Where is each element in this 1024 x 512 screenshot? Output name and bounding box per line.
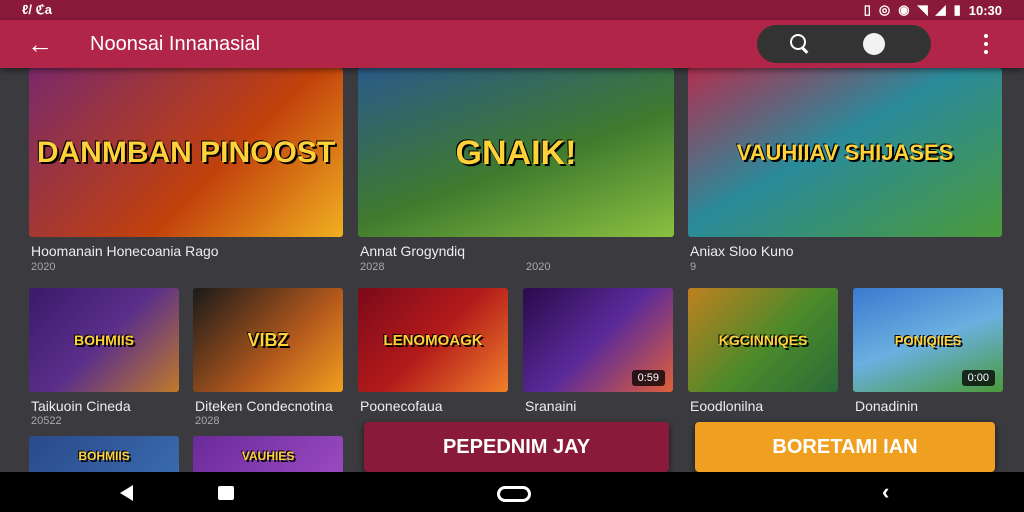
game-card-7[interactable]: BOHMIIS [29,436,179,472]
game-art-text: KGCINNIQES [718,332,808,348]
nav-chevron-icon[interactable]: ‹ [882,481,889,503]
battery-icon: ▮ [953,2,961,17]
card-title: Donadinin [855,398,919,414]
sync-icon: ◉ [898,2,910,17]
app-title: Noonsai Innanasial [90,32,261,55]
duration-badge: 0:59 [631,370,665,386]
game-thumb[interactable]: VIBZ [193,288,343,392]
featured-thumb[interactable]: DANMBAN PINOOST [29,68,343,237]
card-title: Eoodlonilna [690,398,764,414]
featured-card-2[interactable]: GNAIK! Annat Grogyndiq 2028 2020 [358,68,674,278]
game-art-text: LENOMOAGK [383,331,483,349]
nav-back-icon[interactable] [120,485,133,501]
app-bar: ← Noonsai Innanasial [0,20,1024,68]
duration-badge: 0:00 [961,370,995,386]
game-card-4[interactable]: 0:59 Sranaini [523,288,673,418]
back-arrow-icon[interactable]: ← [20,24,60,64]
nav-recents-icon[interactable] [497,486,531,502]
game-thumb[interactable]: BOHMIIS [29,288,179,392]
search-icon[interactable] [789,33,811,55]
card-subtitle: 20522 [31,415,62,427]
card-title: Hoomanain Honecoania Rago [31,243,219,259]
game-card-8[interactable]: VAUHIES [193,436,343,472]
clock: 10:30 [968,2,1002,18]
game-thumb[interactable]: PONIQIIES 0:00 [853,288,1003,392]
status-left-icons: ℓ/ ℭa [22,2,52,17]
nav-home-icon[interactable] [218,486,234,500]
game-art-text: PONIQIIES [894,332,962,348]
card-title: Taikuoin Cineda [31,398,131,414]
featured-art-text: GNAIK! [455,133,577,172]
game-card-2[interactable]: VIBZ Diteken Condecnotina 2028 [193,288,343,427]
primary-action-button[interactable]: PEPEDNIM JAY [364,422,669,472]
game-thumb[interactable]: VAUHIES [193,436,343,472]
featured-thumb[interactable]: VAUHIIAV SHIJASES [688,68,1002,237]
game-art-text: BOHMIIS [74,332,134,348]
card-title: Diteken Condecnotina [195,398,333,414]
game-thumb[interactable]: BOHMIIS [29,436,179,472]
card-title: Poonecofaua [360,398,443,414]
featured-thumb[interactable]: GNAIK! [358,68,674,237]
more-options-icon[interactable] [976,30,996,58]
game-card-1[interactable]: BOHMIIS Taikuoin Cineda 20522 [29,288,179,427]
system-nav-bar: ‹ [0,472,1024,512]
card-subtitle-2: 2020 [526,261,551,273]
card-subtitle: 2028 [195,415,220,427]
game-thumb[interactable]: KGCINNIQES [688,288,838,392]
game-art-text: BOHMIIS [78,449,130,463]
profile-toggle[interactable] [863,33,885,55]
wifi-icon: ◥ [917,2,928,17]
card-subtitle: 9 [690,261,697,273]
game-thumb[interactable]: LENOMOAGK [358,288,508,392]
game-card-3[interactable]: LENOMOAGK Poonecofaua [358,288,508,418]
featured-art-text: VAUHIIAV SHIJASES [736,139,954,165]
game-card-5[interactable]: KGCINNIQES Eoodlonilna [688,288,838,418]
card-subtitle: 2028 [360,261,385,273]
card-title: Sranaini [525,398,577,414]
card-title: Annat Grogyndiq [360,243,466,259]
status-right: ▯ ◎ ◉ ◥ ◢ ▮ 10:30 [864,2,1002,18]
card-subtitle: 2020 [31,261,56,273]
game-art-text: VIBZ [247,330,289,350]
game-grid: DANMBAN PINOOST Hoomanain Honecoania Rag… [0,68,1024,472]
featured-card-1[interactable]: DANMBAN PINOOST Hoomanain Honecoania Rag… [29,68,343,278]
secondary-action-button[interactable]: BORETAMI IAN [695,422,995,472]
search-pill[interactable] [757,25,931,63]
card-title: Aniax Sloo Kuno [690,243,794,259]
signal-icon: ◢ [935,2,946,17]
alarm-icon: ◎ [878,2,891,17]
status-bar: ℓ/ ℭa ▯ ◎ ◉ ◥ ◢ ▮ 10:30 [0,0,1024,20]
game-art-text: VAUHIES [241,449,295,463]
game-thumb[interactable]: 0:59 [523,288,673,392]
featured-art-text: DANMBAN PINOOST [36,135,336,169]
game-card-6[interactable]: PONIQIIES 0:00 Donadinin [853,288,1003,418]
vibrate-icon: ▯ [863,2,871,17]
featured-card-3[interactable]: VAUHIIAV SHIJASES Aniax Sloo Kuno 9 [688,68,1002,278]
